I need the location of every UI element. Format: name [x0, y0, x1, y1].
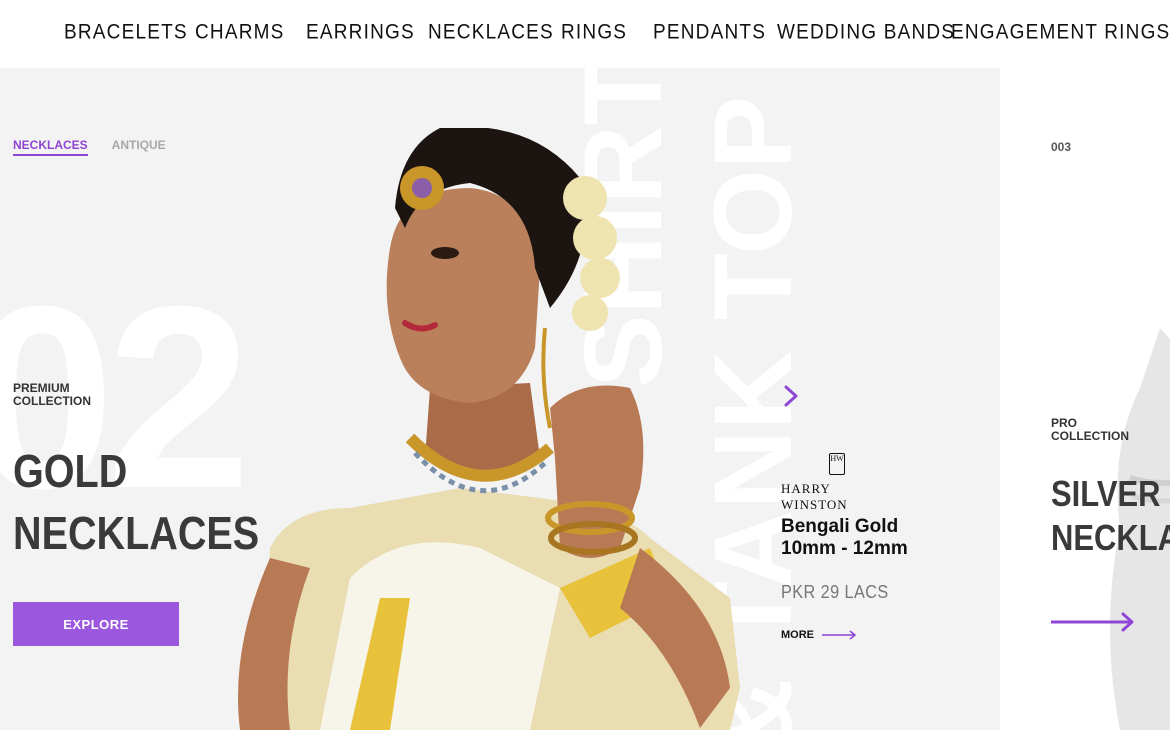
nav-item-charms[interactable]: CHARMS: [195, 21, 285, 46]
product-name-line1: Bengali Gold: [781, 516, 899, 537]
brand-logo: HW HARRY WINSTON: [781, 453, 901, 513]
nav-item-engagement-rings[interactable]: ENGAGEMENT RINGS: [951, 21, 1170, 46]
side-title: SILVER NECKLAC: [1051, 472, 1170, 560]
explore-button[interactable]: EXPLORE: [13, 602, 179, 646]
tab-antique[interactable]: ANTIQUE: [112, 138, 166, 156]
side-collection-label: PRO COLLECTION: [1051, 417, 1129, 443]
side-collection-label-line2: COLLECTION: [1051, 429, 1129, 443]
model-photo: [238, 128, 740, 730]
category-tabs: NECKLACES ANTIQUE: [13, 138, 166, 156]
top-navigation: BRACELETS CHARMS EARRINGS NECKLACES RING…: [0, 0, 1170, 68]
more-link[interactable]: MORE: [781, 629, 858, 641]
brand-monogram: HW: [829, 453, 845, 475]
nav-item-bracelets[interactable]: BRACELETS: [64, 21, 188, 46]
slide-number: 003: [1051, 140, 1072, 154]
side-title-line2: NECKLAC: [1051, 517, 1170, 558]
chevron-right-icon[interactable]: [778, 384, 802, 408]
brand-name: HARRY WINSTON: [781, 481, 848, 512]
collection-label-line2: COLLECTION: [13, 394, 91, 408]
tab-necklaces[interactable]: NECKLACES: [13, 138, 88, 156]
next-slide-preview[interactable]: 003 PRO COLLECTION SILVER NECKLAC: [1000, 68, 1170, 730]
arrow-right-icon[interactable]: [1051, 610, 1137, 634]
arrow-right-icon: [822, 630, 857, 640]
nav-item-necklaces[interactable]: NECKLACES: [428, 21, 554, 46]
more-label: MORE: [781, 629, 814, 641]
nav-item-pendants[interactable]: PENDANTS: [653, 21, 766, 46]
product-name: Bengali Gold 10mm - 12mm: [781, 516, 981, 560]
product-price: PKR 29 LACS: [781, 582, 889, 602]
nav-item-earrings[interactable]: EARRINGS: [306, 21, 415, 46]
product-name-line2: 10mm - 12mm: [781, 538, 908, 559]
side-title-line1: SILVER: [1051, 473, 1161, 514]
collection-label: PREMIUM COLLECTION: [13, 382, 133, 408]
hero-slide: 02 SHIRT & TANK TOP NECKLACES ANTIQUE PR…: [0, 68, 1000, 730]
nav-item-wedding-bands[interactable]: WEDDING BANDS: [777, 21, 955, 46]
nav-item-rings[interactable]: RINGS: [561, 21, 627, 46]
